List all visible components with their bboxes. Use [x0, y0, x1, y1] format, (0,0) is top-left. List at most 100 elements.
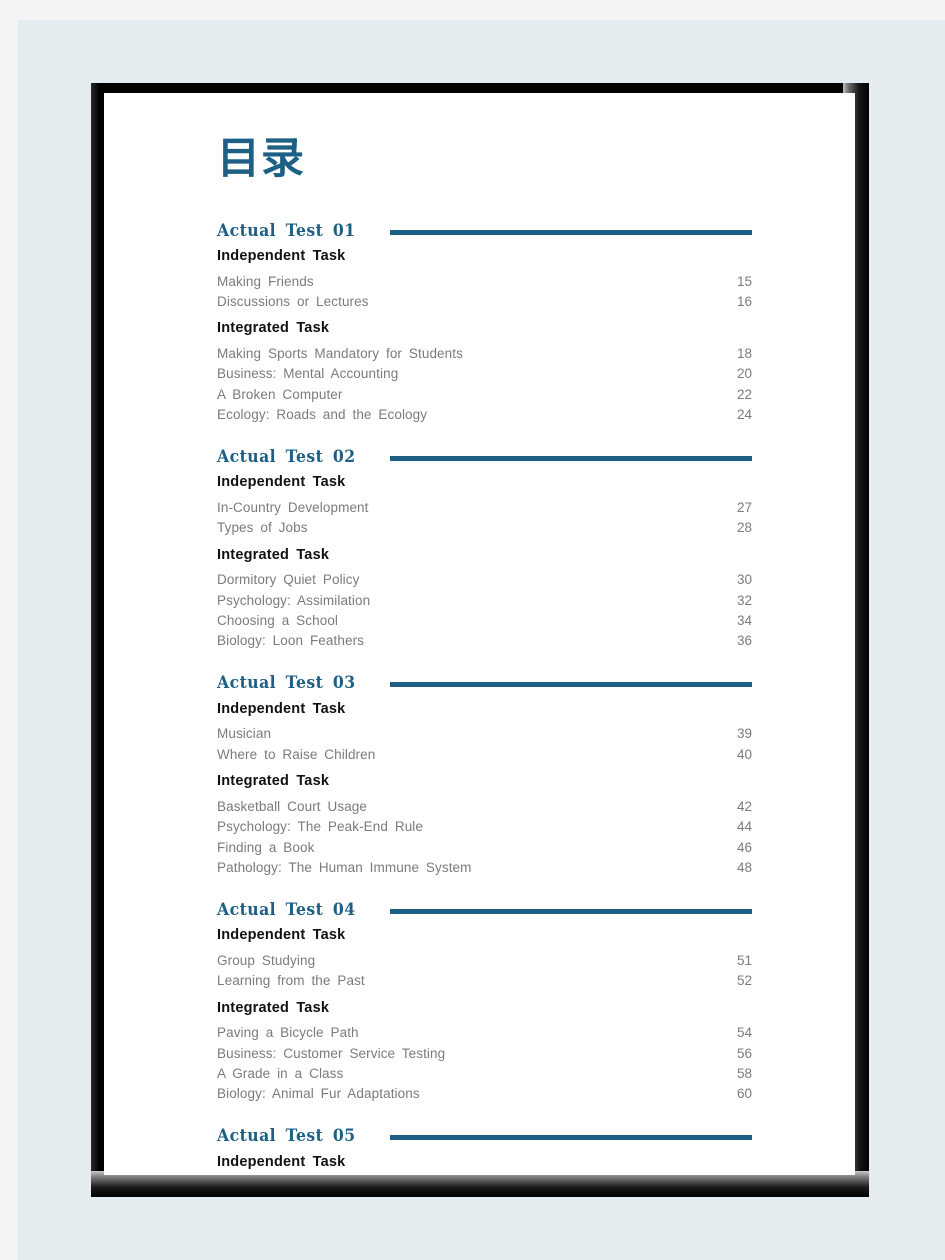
- test-section: Actual Test 05 Independent Task: [217, 1126, 752, 1170]
- toc-entry-title: In-Country Development: [217, 499, 369, 515]
- toc-entry-title: Basketball Court Usage: [217, 798, 368, 814]
- toc-entry[interactable]: Types of Jobs 28: [217, 518, 752, 538]
- toc-entry-page-number: 60: [736, 1086, 752, 1102]
- toc-entry-page-number: 18: [736, 345, 752, 361]
- toc-entry-title: Pathology: The Human Immune System: [217, 859, 472, 875]
- section-header[interactable]: Actual Test 02: [217, 446, 752, 468]
- toc-entry-page-number: 56: [736, 1045, 752, 1061]
- section-header[interactable]: Actual Test 05: [217, 1126, 752, 1148]
- toc-entry-page-number: 48: [736, 859, 752, 875]
- document-frame: 目录 Actual Test 01 Independent Task Making …: [91, 83, 869, 1197]
- task-group-heading: Independent Task: [217, 474, 346, 491]
- toc-entry-page-number: 54: [736, 1025, 752, 1041]
- toc-entry-page-number: 40: [736, 746, 752, 762]
- toc-entry[interactable]: A Grade in a Class 58: [217, 1064, 752, 1084]
- toc-entry-page-number: 15: [736, 273, 752, 289]
- toc-entry-page-number: 52: [736, 973, 752, 989]
- task-group-heading: Independent Task: [217, 1153, 346, 1170]
- toc-entry[interactable]: Basketball Court Usage 42: [217, 797, 752, 817]
- toc-entry[interactable]: Making Friends 15: [217, 272, 752, 292]
- toc-entry-page-number: 51: [736, 952, 752, 968]
- toc-entry-title: Group Studying: [217, 952, 316, 968]
- test-section: Actual Test 04 Independent Task Group Stud…: [217, 899, 752, 1104]
- toc-entry-title: Choosing a School: [217, 613, 339, 629]
- section-header[interactable]: Actual Test 03: [217, 673, 752, 695]
- table-of-contents: Actual Test 01 Independent Task Making Fri…: [217, 220, 752, 1175]
- toc-entry-title: A Grade in a Class: [217, 1065, 344, 1081]
- toc-entry-page-number: 46: [736, 839, 752, 855]
- section-title: Actual Test 02: [217, 446, 356, 467]
- toc-entry-page-number: 24: [736, 407, 752, 423]
- toc-entry[interactable]: Finding a Book 46: [217, 838, 752, 858]
- toc-entry-page-number: 28: [736, 520, 752, 536]
- toc-entry[interactable]: A Broken Computer 22: [217, 385, 752, 405]
- toc-entry[interactable]: Choosing a School 34: [217, 611, 752, 631]
- toc-entry-title: Discussions or Lectures: [217, 293, 369, 309]
- task-group-heading: Integrated Task: [217, 320, 330, 337]
- toc-entry-title: Dormitory Quiet Policy: [217, 572, 360, 588]
- toc-entry-title: Finding a Book: [217, 839, 315, 855]
- toc-entry-title: Business: Mental Accounting: [217, 366, 399, 382]
- toc-entry-title: Psychology: Assimilation: [217, 592, 371, 608]
- task-group-heading: Integrated Task: [217, 546, 330, 563]
- toc-entry[interactable]: Pathology: The Human Immune System 48: [217, 858, 752, 878]
- section-title: Actual Test 01: [217, 220, 356, 241]
- toc-entry-page-number: 44: [736, 819, 752, 835]
- toc-entry-page-number: 20: [736, 366, 752, 382]
- toc-entry[interactable]: Ecology: Roads and the Ecology 24: [217, 405, 752, 425]
- task-group-heading: Integrated Task: [217, 773, 330, 790]
- toc-entry-title: Psychology: The Peak-End Rule: [217, 819, 424, 835]
- screenshot-canvas: 目录 Actual Test 01 Independent Task Making …: [0, 0, 945, 1260]
- toc-entry-title: Biology: Loon Feathers: [217, 633, 365, 649]
- task-group-heading: Independent Task: [217, 700, 346, 717]
- task-group-heading: Independent Task: [217, 248, 346, 264]
- section-header[interactable]: Actual Test 01: [217, 220, 752, 242]
- toc-entry[interactable]: Biology: Animal Fur Adaptations 60: [217, 1084, 752, 1104]
- toc-entry-page-number: 27: [736, 499, 752, 515]
- test-section: Actual Test 03 Independent Task Musician 39…: [217, 673, 752, 878]
- test-section: Actual Test 02 Independent Task In-Country…: [217, 446, 752, 651]
- toc-entry-page-number: 34: [736, 613, 752, 629]
- toc-entry-title: Making Sports Mandatory for Students: [217, 345, 463, 361]
- toc-entry[interactable]: Business: Customer Service Testing 56: [217, 1044, 752, 1064]
- toc-entry[interactable]: Dormitory Quiet Policy 30: [217, 570, 752, 590]
- document-page: 目录 Actual Test 01 Independent Task Making …: [104, 93, 855, 1175]
- toc-entry-page-number: 32: [736, 592, 752, 608]
- toc-entry[interactable]: Paving a Bicycle Path 54: [217, 1023, 752, 1043]
- test-section: Actual Test 01 Independent Task Making Fri…: [217, 220, 752, 425]
- section-rule: [389, 682, 752, 688]
- toc-entry-title: A Broken Computer: [217, 386, 343, 402]
- toc-entry[interactable]: Learning from the Past 52: [217, 971, 752, 991]
- section-title: Actual Test 05: [217, 1126, 356, 1147]
- toc-entry-title: Learning from the Past: [217, 973, 365, 989]
- toc-entry[interactable]: In-Country Development 27: [217, 498, 752, 518]
- frame-edge-left: [91, 83, 105, 1197]
- toc-entry[interactable]: Discussions or Lectures 16: [217, 292, 752, 312]
- toc-entry[interactable]: Psychology: The Peak-End Rule 44: [217, 817, 752, 837]
- section-rule: [389, 455, 752, 461]
- toc-entry[interactable]: Where to Raise Children 40: [217, 745, 752, 765]
- toc-entry-title: Biology: Animal Fur Adaptations: [217, 1086, 420, 1102]
- toc-entry[interactable]: Making Sports Mandatory for Students 18: [217, 344, 752, 364]
- toc-entry-page-number: 16: [736, 293, 752, 309]
- page-content: 目录 Actual Test 01 Independent Task Making …: [104, 93, 855, 1175]
- toc-entry-page-number: 58: [736, 1065, 752, 1081]
- task-group-heading: Independent Task: [217, 927, 346, 944]
- toc-entry[interactable]: Psychology: Assimilation 32: [217, 591, 752, 611]
- toc-entry-title: Business: Customer Service Testing: [217, 1045, 446, 1061]
- section-rule: [389, 1135, 752, 1141]
- section-header[interactable]: Actual Test 04: [217, 899, 752, 921]
- toc-entry[interactable]: Biology: Loon Feathers 36: [217, 631, 752, 651]
- toc-entry-page-number: 22: [736, 386, 752, 402]
- toc-entry[interactable]: Business: Mental Accounting 20: [217, 364, 752, 384]
- toc-entry[interactable]: Musician 39: [217, 724, 752, 744]
- toc-entry-title: Musician: [217, 726, 272, 742]
- toc-entry[interactable]: Group Studying 51: [217, 951, 752, 971]
- section-title: Actual Test 04: [217, 899, 356, 920]
- toc-entry-title: Making Friends: [217, 273, 314, 289]
- task-group-heading: Integrated Task: [217, 999, 330, 1016]
